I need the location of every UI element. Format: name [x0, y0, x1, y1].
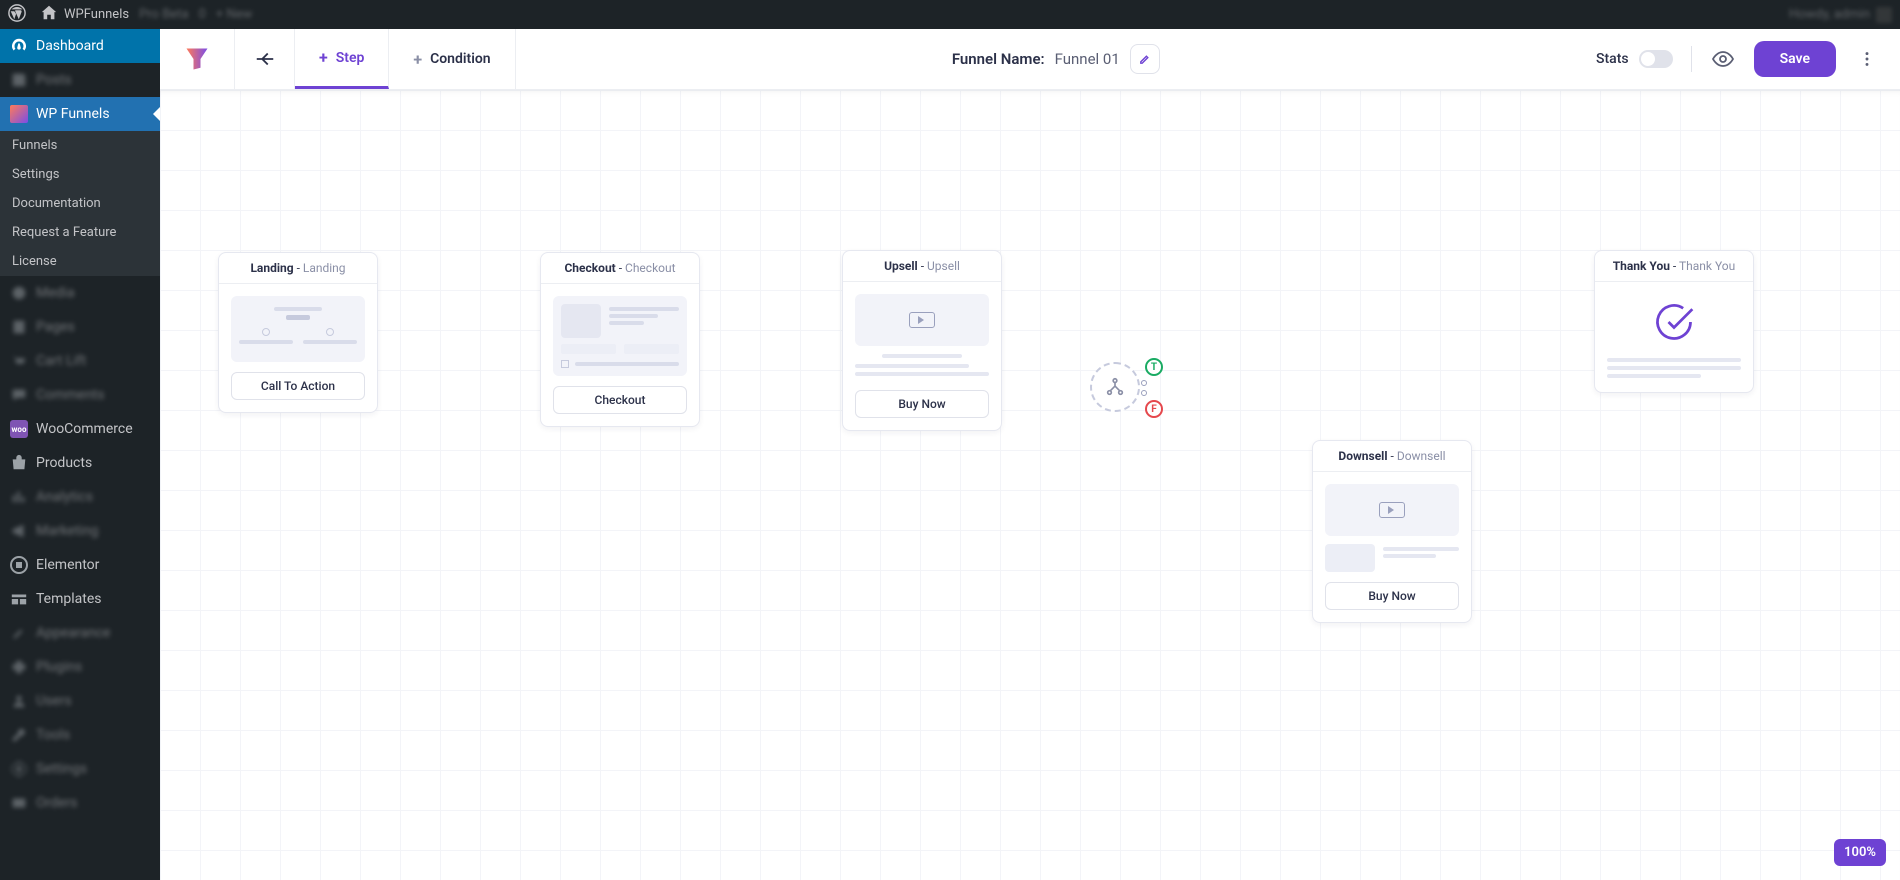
sidebar-woocommerce[interactable]: woo WooCommerce [0, 412, 160, 446]
wp-admin-sidebar: Dashboard Posts WP Funnels Funnels Setti… [0, 29, 160, 880]
downsell-cta-button[interactable]: Buy Now [1325, 582, 1459, 610]
checkout-thumbnail [553, 296, 687, 376]
sidebar-dashboard[interactable]: Dashboard [0, 29, 160, 63]
sidebar-settings[interactable]: Settings [0, 752, 160, 786]
wp-funnels-icon [10, 105, 28, 123]
sidebar-elementor-label: Elementor [36, 557, 99, 573]
plus-icon: + [319, 48, 328, 67]
funnel-name-value: Funnel 01 [1055, 50, 1120, 68]
node-landing-header: Landing - Landing [219, 253, 377, 284]
node-downsell-header: Downsell - Downsell [1313, 441, 1471, 472]
sidebar-templates[interactable]: Templates [0, 582, 160, 616]
node-condition[interactable] [1090, 362, 1140, 412]
save-button[interactable]: Save [1754, 41, 1836, 77]
adminbar-blur-pro: Pro Beta [139, 7, 188, 22]
node-landing[interactable]: Landing - Landing Call To Action [218, 252, 378, 413]
howdy[interactable]: Howdy, admin [1789, 7, 1892, 23]
sidebar-elementor[interactable]: Elementor [0, 548, 160, 582]
editor-topbar: + Step + Condition Funnel Name: Funnel 0… [160, 29, 1900, 90]
node-checkout[interactable]: Checkout - Checkout Checkout [540, 252, 700, 427]
sidebar-woocommerce-label: WooCommerce [36, 421, 133, 437]
wpfunnels-logo[interactable] [160, 29, 235, 89]
edit-funnel-name-button[interactable] [1130, 44, 1160, 74]
checkout-cta-button[interactable]: Checkout [553, 386, 687, 414]
wp-admin-bar: WPFunnels Pro Beta 0 + New Howdy, admin [0, 0, 1900, 29]
plus-icon: + [413, 50, 422, 69]
sidebar-users[interactable]: Users [0, 684, 160, 718]
node-upsell-header: Upsell - Upsell [843, 251, 1001, 282]
sidebar-dashboard-label: Dashboard [36, 38, 104, 54]
products-icon [10, 454, 28, 472]
sub-settings[interactable]: Settings [0, 160, 160, 189]
sidebar-analytics[interactable]: Analytics [0, 480, 160, 514]
sidebar-wp-funnels-label: WP Funnels [36, 106, 110, 122]
funnel-name-label: Funnel Name: [952, 50, 1045, 68]
sidebar-posts[interactable]: Posts [0, 63, 160, 97]
condition-port-top[interactable] [1141, 380, 1147, 386]
adminbar-blur-count: 0 [199, 7, 206, 22]
condition-false-port[interactable]: F [1145, 400, 1163, 418]
sidebar-comments[interactable]: Comments [0, 378, 160, 412]
sidebar-appearance[interactable]: Appearance [0, 616, 160, 650]
condition-port-bottom[interactable] [1141, 390, 1147, 396]
sidebar-products-label: Products [36, 455, 92, 471]
stats-toggle-group: Stats [1596, 50, 1673, 68]
node-downsell[interactable]: Downsell - Downsell Buy Now [1312, 440, 1472, 623]
stats-toggle[interactable] [1639, 50, 1673, 68]
edges-layer [160, 90, 460, 240]
wordpress-icon[interactable] [8, 4, 26, 26]
sub-documentation[interactable]: Documentation [0, 189, 160, 218]
site-name[interactable]: WPFunnels [64, 7, 129, 22]
landing-cta-button[interactable]: Call To Action [231, 372, 365, 400]
divider [1691, 46, 1692, 72]
sidebar-cartlift[interactable]: Cart Lift [0, 344, 160, 378]
elementor-icon [10, 556, 28, 574]
sidebar-media[interactable]: Media [0, 276, 160, 310]
condition-true-port[interactable]: T [1145, 358, 1163, 376]
sub-request-feature[interactable]: Request a Feature [0, 218, 160, 247]
play-icon [1379, 502, 1405, 518]
play-icon [909, 312, 935, 328]
node-upsell[interactable]: Upsell - Upsell Buy Now [842, 250, 1002, 431]
funnel-canvas[interactable]: Landing - Landing Call To Action Checkou… [160, 90, 1900, 880]
sidebar-products[interactable]: Products [0, 446, 160, 480]
thankyou-check-icon [1607, 294, 1741, 350]
sidebar-wp-funnels[interactable]: WP Funnels [0, 97, 160, 131]
tab-step-label: Step [336, 50, 365, 66]
sub-license[interactable]: License [0, 247, 160, 276]
templates-icon [10, 590, 28, 608]
downsell-thumbnail [1325, 484, 1459, 536]
sidebar-pages[interactable]: Pages [0, 310, 160, 344]
tab-condition-label: Condition [430, 51, 491, 67]
sub-funnels[interactable]: Funnels [0, 131, 160, 160]
sidebar-wpf-submenu: Funnels Settings Documentation Request a… [0, 131, 160, 276]
tab-condition[interactable]: + Condition [389, 29, 515, 89]
sidebar-marketing[interactable]: Marketing [0, 514, 160, 548]
main-area: + Step + Condition Funnel Name: Funnel 0… [160, 29, 1900, 880]
node-checkout-header: Checkout - Checkout [541, 253, 699, 284]
sidebar-other[interactable]: Orders [0, 786, 160, 820]
node-thankyou[interactable]: Thank You - Thank You [1594, 250, 1754, 393]
upsell-cta-button[interactable]: Buy Now [855, 390, 989, 418]
node-thankyou-header: Thank You - Thank You [1595, 251, 1753, 282]
back-button[interactable] [235, 29, 295, 89]
sidebar-plugins[interactable]: Plugins [0, 650, 160, 684]
more-menu-button[interactable] [1854, 46, 1880, 72]
sidebar-templates-label: Templates [36, 591, 102, 607]
woocommerce-icon: woo [10, 420, 28, 438]
zoom-indicator[interactable]: 100% [1834, 839, 1886, 866]
tab-step[interactable]: + Step [295, 29, 389, 89]
upsell-thumbnail [855, 294, 989, 346]
stats-label: Stats [1596, 51, 1629, 67]
sidebar-tools[interactable]: Tools [0, 718, 160, 752]
branch-icon [1104, 376, 1126, 398]
preview-button[interactable] [1710, 46, 1736, 72]
home-icon[interactable] [40, 4, 58, 26]
adminbar-blur-new: + New [216, 7, 253, 22]
landing-thumbnail [231, 296, 365, 362]
